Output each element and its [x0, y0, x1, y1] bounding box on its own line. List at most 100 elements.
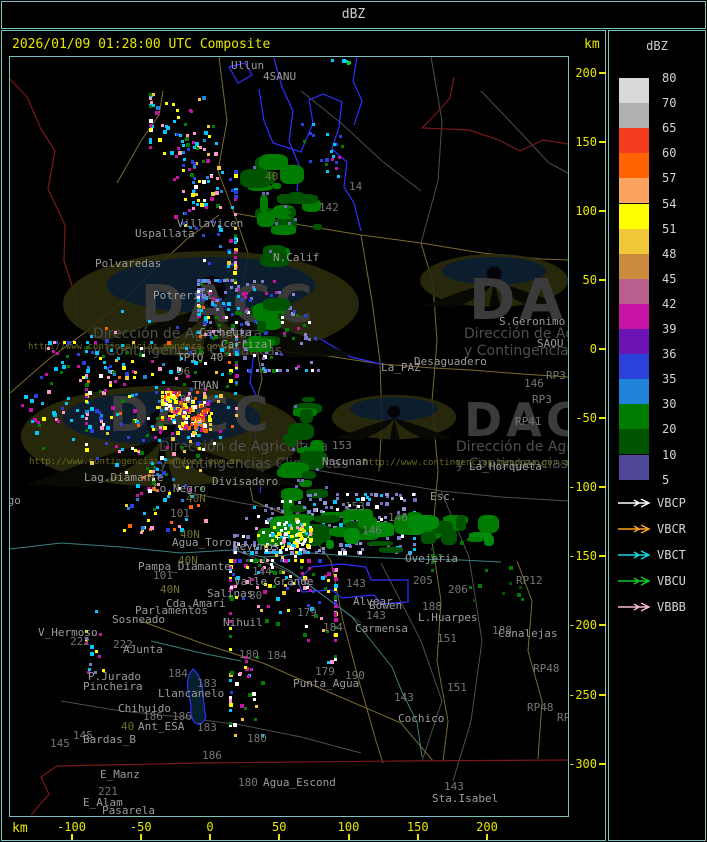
place-label: Carrizal: [221, 338, 274, 351]
place-label: Pincheira: [83, 680, 143, 693]
colorbar-level-label: 65: [662, 121, 677, 136]
place-label: ago: [10, 494, 21, 507]
place-label: 101: [170, 507, 190, 520]
colorbar-level-label: 80: [662, 71, 677, 85]
legend-item-label: VBBB: [657, 600, 686, 614]
place-label: RP3: [532, 393, 552, 406]
place-label: Valle_Grande: [234, 575, 314, 588]
y-axis-tick: [599, 693, 606, 696]
place-label: RP: [557, 711, 569, 724]
place-label: Carmensa: [355, 622, 408, 635]
place-label: Reyunos: [233, 540, 280, 553]
place-label: 179: [315, 665, 335, 678]
y-axis-tick: [599, 762, 606, 765]
place-label: 184: [323, 621, 343, 634]
colorbar-swatch: [619, 303, 649, 329]
y-axis-tick-label: 200: [575, 65, 597, 80]
colorbar-swatch: [619, 128, 649, 154]
colorbar-level-label: 42: [662, 296, 677, 311]
colorbar-swatch: [619, 103, 649, 129]
x-axis-tick: [416, 834, 419, 840]
place-label: 40: [121, 720, 135, 733]
y-axis-tick-label: -50: [575, 411, 597, 426]
x-axis: km -100 -50 0 50 100 150 200: [4, 818, 605, 840]
colorbar-level-label: 54: [662, 196, 677, 211]
place-label: Sta.Isabel: [432, 792, 499, 805]
place-label: Nihuil: [223, 616, 263, 629]
place-label: Nacunan: [322, 455, 369, 468]
place-label: 40: [265, 170, 279, 183]
trajectory-legend: VBCP VBCR VBCT VBCU VBBB: [618, 496, 687, 614]
y-axis-tick-label: 50: [582, 272, 597, 287]
y-axis-tick: [599, 624, 606, 627]
colorbar-swatch: [619, 278, 649, 304]
place-label: Bowen: [369, 599, 403, 612]
legend-arrow-icon: [618, 498, 651, 508]
place-label: E_Manz: [100, 768, 140, 781]
place-label: Esc.: [430, 490, 457, 503]
place-label: 222: [70, 635, 90, 648]
place-label: Canalejas: [498, 627, 558, 640]
colorbar-level-label: 57: [662, 171, 677, 186]
legend-arrow-icon: [618, 550, 651, 560]
colorbar-swatch: [619, 153, 649, 179]
x-axis-tick: [486, 834, 488, 840]
colorbar-swatch: [619, 454, 649, 480]
place-label: 145: [50, 737, 70, 750]
place-label: 151: [447, 681, 467, 694]
place-label: 4SANU: [263, 70, 297, 83]
place-label: Cacheuta: [199, 326, 252, 339]
place-label: Bardas_B: [83, 733, 136, 746]
x-axis-unit-label: km: [12, 821, 28, 836]
window-title: dBZ: [341, 7, 366, 22]
place-label: 14: [349, 180, 363, 193]
x-axis-tick-label: 100: [337, 820, 360, 834]
place-label: RP41: [515, 415, 542, 428]
place-label: RP3: [546, 369, 566, 382]
place-label: TMAN: [192, 379, 219, 392]
place-label: 184: [267, 649, 287, 662]
x-axis-tick-label: -50: [129, 820, 152, 834]
colorbar-level-label: 48: [662, 246, 677, 261]
legend-item: VBCT: [618, 548, 686, 562]
colorbar-level-label: 70: [662, 96, 677, 111]
colorbar-swatch: [619, 429, 649, 455]
legend-item: VBBB: [618, 600, 686, 614]
place-label: Pampa_Diamante: [138, 560, 231, 573]
place-label: Desaguadero: [414, 355, 487, 368]
colorbar-panel: dBZ 80 70 65 60 57 54 51 48 45 42 39 36 35 30 20 10 5 VB…: [608, 30, 706, 841]
place-label: Polvaredas: [95, 257, 162, 270]
colorbar-swatch: [619, 203, 649, 229]
y-axis-tick: [599, 486, 606, 489]
colorbar-level-label: 45: [662, 271, 677, 286]
colorbar-swatch: [619, 78, 649, 104]
place-label: N.Calif: [273, 251, 320, 264]
colorbar-swatch: [619, 354, 649, 380]
x-axis-tick-label: 200: [476, 820, 498, 834]
place-label: 143: [346, 577, 366, 590]
place-label: AJunta: [123, 643, 163, 656]
place-label: 146: [362, 524, 382, 537]
place-label: Agua_Toro: [172, 536, 232, 549]
place-label: 153: [345, 500, 365, 513]
place-label: Sosneado: [112, 613, 165, 626]
colorbar-swatch: [619, 253, 649, 279]
y-axis-tick: [599, 209, 606, 212]
legend-item: VBCR: [618, 522, 687, 536]
place-label: La_Horqueta: [469, 460, 542, 473]
radar-map-canvas: DACCDACCDACCDACCDirección de Agricultura…: [9, 56, 569, 817]
place-label: 143: [444, 780, 464, 793]
y-axis-tick: [599, 278, 606, 281]
y-axis-tick-label: -100: [568, 480, 597, 495]
legend-arrow-icon: [618, 524, 651, 534]
colorbar-level-label: 5: [662, 472, 670, 487]
place-label: 80: [249, 589, 263, 602]
colorbar-swatch: [619, 178, 649, 204]
colorbar-swatch: [619, 404, 649, 430]
legend-arrow-icon: [618, 602, 651, 612]
place-label: Ant_ESA: [138, 720, 185, 733]
y-axis-tick-label: -300: [568, 756, 597, 771]
place-label: 151: [437, 632, 457, 645]
place-label: 183: [197, 721, 217, 734]
place-label: 180: [238, 776, 258, 789]
